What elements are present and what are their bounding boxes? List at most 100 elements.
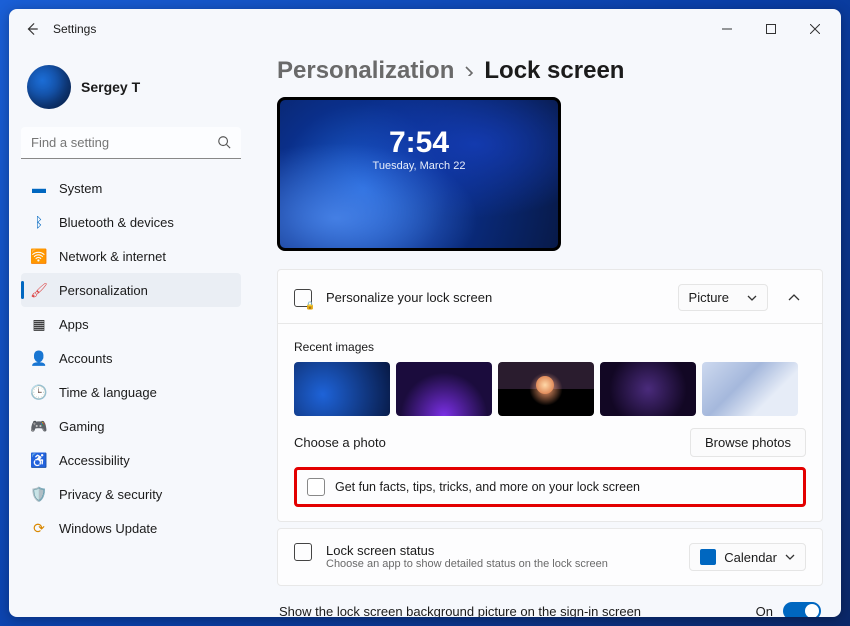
breadcrumb: Personalization Lock screen — [277, 57, 823, 85]
content: Sergey T ▬ System ᛒ Bluetooth & devices 🛜 N… — [9, 49, 841, 617]
clock-icon: 🕒 — [31, 384, 47, 400]
status-row: Lock screen status Choose an app to show… — [294, 543, 806, 571]
user-name: Sergey T — [81, 79, 140, 95]
settings-window: Settings Sergey T ▬ System ᛒ Bluetooth & d… — [9, 9, 841, 617]
lock-screen-icon — [294, 289, 312, 307]
chevron-up-icon — [788, 292, 800, 304]
sidebar-item-accounts[interactable]: 👤Accounts — [21, 341, 241, 375]
titlebar-left: Settings — [23, 20, 96, 38]
recent-image-3[interactable] — [498, 362, 594, 416]
calendar-icon — [700, 549, 716, 565]
browse-photos-button[interactable]: Browse photos — [690, 428, 806, 457]
status-icon — [294, 543, 312, 561]
dropdown-value: Calendar — [724, 550, 777, 565]
recent-image-5[interactable] — [702, 362, 798, 416]
sidebar-item-label: Privacy & security — [59, 487, 162, 502]
sidebar-item-label: Time & language — [59, 385, 157, 400]
titlebar: Settings — [9, 9, 841, 49]
sidebar-item-label: Bluetooth & devices — [59, 215, 174, 230]
close-button[interactable] — [793, 13, 837, 45]
fun-facts-checkbox[interactable] — [307, 478, 325, 496]
signin-bg-row[interactable]: Show the lock screen background picture … — [277, 592, 823, 617]
sidebar-item-update[interactable]: ⟳ Windows Update — [21, 511, 241, 545]
bluetooth-icon: ᛒ — [31, 214, 47, 230]
minimize-icon — [722, 24, 732, 34]
maximize-icon — [766, 24, 776, 34]
sidebar-item-gaming[interactable]: 🎮 Gaming — [21, 409, 241, 443]
recent-image-2[interactable] — [396, 362, 492, 416]
status-app-dropdown[interactable]: Calendar — [689, 543, 806, 571]
personalize-card: Personalize your lock screen Picture Rec… — [277, 269, 823, 522]
search-wrap — [21, 127, 241, 159]
back-button[interactable] — [23, 20, 41, 38]
nav: ▬ System ᛒ Bluetooth & devices 🛜 Network & … — [21, 171, 241, 545]
sidebar-item-label: Network & internet — [59, 249, 166, 264]
signin-toggle[interactable] — [783, 602, 821, 617]
sidebar-item-label: Accessibility — [59, 453, 130, 468]
personalize-title: Personalize your lock screen — [326, 290, 664, 305]
status-subtitle: Choose an app to show detailed status on… — [326, 558, 675, 570]
brush-icon: 🖌 — [31, 282, 47, 298]
divider — [278, 323, 822, 324]
breadcrumb-parent[interactable]: Personalization — [277, 57, 454, 85]
sidebar-item-label: Accounts — [59, 351, 112, 366]
chevron-down-icon — [785, 552, 795, 562]
collapse-button[interactable] — [782, 292, 806, 304]
close-icon — [810, 24, 820, 34]
signin-toggle-wrap: On — [756, 602, 821, 617]
chevron-right-icon — [464, 66, 474, 76]
wifi-icon: 🛜 — [31, 248, 47, 264]
choose-photo-label: Choose a photo — [294, 435, 386, 450]
sidebar-item-label: Gaming — [59, 419, 105, 434]
sidebar-item-label: Apps — [59, 317, 89, 332]
status-title: Lock screen status — [326, 543, 675, 558]
search-input[interactable] — [21, 127, 241, 159]
preview-bg — [280, 100, 558, 248]
main[interactable]: Personalization Lock screen 7:54 Tuesday… — [249, 49, 841, 617]
sidebar-item-time[interactable]: 🕒 Time & language — [21, 375, 241, 409]
sidebar-item-bluetooth[interactable]: ᛒ Bluetooth & devices — [21, 205, 241, 239]
lock-screen-preview: 7:54 Tuesday, March 22 — [277, 97, 561, 251]
recent-image-4[interactable] — [600, 362, 696, 416]
sidebar-item-apps[interactable]: ▦ Apps — [21, 307, 241, 341]
sidebar-item-network[interactable]: 🛜 Network & internet — [21, 239, 241, 273]
window-controls — [705, 13, 837, 45]
recent-image-1[interactable] — [294, 362, 390, 416]
recent-images — [294, 362, 806, 416]
sidebar-item-label: Personalization — [59, 283, 148, 298]
system-icon: ▬ — [31, 180, 47, 196]
fun-facts-label: Get fun facts, tips, tricks, and more on… — [335, 480, 640, 494]
card-header[interactable]: Personalize your lock screen Picture — [294, 284, 806, 311]
sidebar-item-system[interactable]: ▬ System — [21, 171, 241, 205]
sidebar-item-personalization[interactable]: 🖌 Personalization — [21, 273, 241, 307]
sidebar-item-label: Windows Update — [59, 521, 157, 536]
choose-photo-row: Choose a photo Browse photos — [294, 428, 806, 457]
sidebar: Sergey T ▬ System ᛒ Bluetooth & devices 🛜 N… — [9, 49, 249, 617]
minimize-button[interactable] — [705, 13, 749, 45]
maximize-button[interactable] — [749, 13, 793, 45]
signin-label: Show the lock screen background picture … — [279, 604, 641, 618]
sidebar-item-accessibility[interactable]: ♿ Accessibility — [21, 443, 241, 477]
dropdown-value: Picture — [689, 290, 729, 305]
search-icon — [217, 135, 231, 152]
toggle-label: On — [756, 604, 773, 618]
preview-time: 7:54 — [280, 126, 558, 160]
preview-date: Tuesday, March 22 — [280, 160, 558, 172]
recent-images-label: Recent images — [294, 336, 806, 362]
update-icon: ⟳ — [31, 520, 47, 536]
status-card[interactable]: Lock screen status Choose an app to show… — [277, 528, 823, 586]
sidebar-item-label: System — [59, 181, 102, 196]
accessibility-icon: ♿ — [31, 452, 47, 468]
user-account-row[interactable]: Sergey T — [21, 55, 241, 127]
status-text: Lock screen status Choose an app to show… — [326, 543, 675, 570]
fun-facts-row: Get fun facts, tips, tricks, and more on… — [294, 467, 806, 507]
chevron-down-icon — [747, 293, 757, 303]
sidebar-item-privacy[interactable]: 🛡️ Privacy & security — [21, 477, 241, 511]
breadcrumb-current: Lock screen — [484, 57, 624, 85]
shield-icon: 🛡️ — [31, 486, 47, 502]
avatar — [27, 65, 71, 109]
gamepad-icon: 🎮 — [31, 418, 47, 434]
arrow-left-icon — [25, 22, 39, 36]
lock-screen-mode-dropdown[interactable]: Picture — [678, 284, 768, 311]
apps-icon: ▦ — [31, 316, 47, 332]
